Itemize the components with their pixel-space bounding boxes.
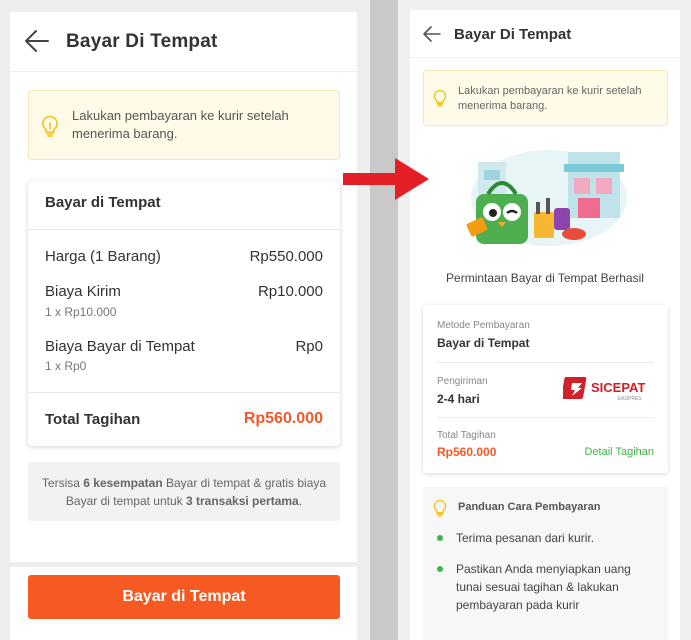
payment-guide-section: Panduan Cara Pembayaran Terima pesanan d…	[423, 487, 668, 640]
row-label: Biaya Bayar di Tempat	[45, 338, 195, 355]
order-detail-card: Metode Pembayaran Bayar di Tempat Pengir…	[423, 305, 668, 473]
row-amount: Rp550.000	[249, 248, 323, 265]
divider	[28, 229, 340, 230]
guide-title: Panduan Cara Pembayaran	[458, 501, 601, 513]
screen-separator	[370, 0, 398, 640]
shipping-label: Pengiriman	[437, 376, 488, 387]
lightbulb-icon	[433, 499, 447, 517]
lightbulb-icon	[433, 89, 447, 107]
divider	[437, 417, 654, 418]
right-header: Bayar Di Tempat	[410, 10, 680, 58]
info-bold: 6 kesempatan	[83, 476, 163, 490]
row-label: Harga (1 Barang)	[45, 248, 161, 265]
payment-method-value: Bayar di Tempat	[437, 336, 530, 350]
payment-method-label: Metode Pembayaran	[437, 320, 530, 331]
notice-text: Lakukan pembayaran ke kurir setelah mene…	[458, 85, 642, 112]
page-title: Bayar Di Tempat	[66, 31, 218, 52]
shopping-mascot-illustration	[466, 150, 627, 246]
notice-text: Lakukan pembayaran ke kurir setelah mene…	[72, 108, 289, 141]
divider	[28, 392, 340, 393]
summary-title: Bayar di Tempat	[45, 194, 161, 211]
cod-quota-info: Tersisa 6 kesempatan Bayar di tempat & g…	[28, 462, 340, 521]
shipping-value: 2-4 hari	[437, 392, 480, 406]
notice-banner: Lakukan pembayaran ke kurir setelah mene…	[28, 90, 340, 160]
info-bold: 3 transaksi pertama	[186, 494, 299, 508]
info-text: .	[298, 494, 303, 508]
back-arrow-icon[interactable]	[24, 28, 50, 54]
success-message: Permintaan Bayar di Tempat Berhasil	[446, 271, 644, 285]
row-label: Biaya Kirim	[45, 283, 121, 300]
svg-text:EKSPRES: EKSPRES	[618, 396, 642, 402]
summary-row-shipping: Biaya Kirim Rp10.000	[45, 283, 323, 300]
bullet-dot	[437, 535, 443, 541]
row-subtext: 1 x Rp0	[45, 359, 87, 373]
row-amount: Rp10.000	[257, 283, 323, 300]
lightbulb-icon	[42, 115, 58, 137]
payment-summary-card: Bayar di Tempat Harga (1 Barang) Rp550.0…	[28, 181, 340, 446]
page-title: Bayar Di Tempat	[454, 26, 572, 43]
total-value: Rp560.000	[437, 445, 497, 459]
guide-step: Pastikan Anda menyiapkan uang tunai sesu…	[456, 562, 631, 612]
back-arrow-icon[interactable]	[422, 24, 442, 44]
divider	[437, 362, 654, 363]
summary-row-price: Harga (1 Barang) Rp550.000	[45, 248, 323, 265]
info-text: Tersisa	[41, 476, 84, 490]
row-amount: Rp0	[295, 338, 323, 355]
total-label: Total Tagihan	[45, 411, 141, 428]
guide-step: Terima pesanan dari kurir.	[456, 531, 595, 545]
row-subtext: 1 x Rp10.000	[45, 305, 117, 319]
notice-banner: Lakukan pembayaran ke kurir setelah mene…	[423, 70, 668, 126]
bullet-dot	[437, 566, 443, 572]
total-label: Total Tagihan	[437, 430, 496, 441]
summary-row-cod-fee: Biaya Bayar di Tempat Rp0	[45, 338, 323, 355]
pay-on-delivery-button[interactable]: Bayar di Tempat	[28, 575, 340, 619]
transition-arrow	[343, 158, 429, 200]
bill-detail-link[interactable]: Detail Tagihan	[584, 446, 654, 458]
sicepat-logo: SICEPAT EKSPRES	[563, 377, 645, 402]
svg-text:SICEPAT: SICEPAT	[591, 380, 645, 395]
total-amount: Rp560.000	[243, 410, 323, 427]
left-header: Bayar Di Tempat	[10, 12, 357, 72]
